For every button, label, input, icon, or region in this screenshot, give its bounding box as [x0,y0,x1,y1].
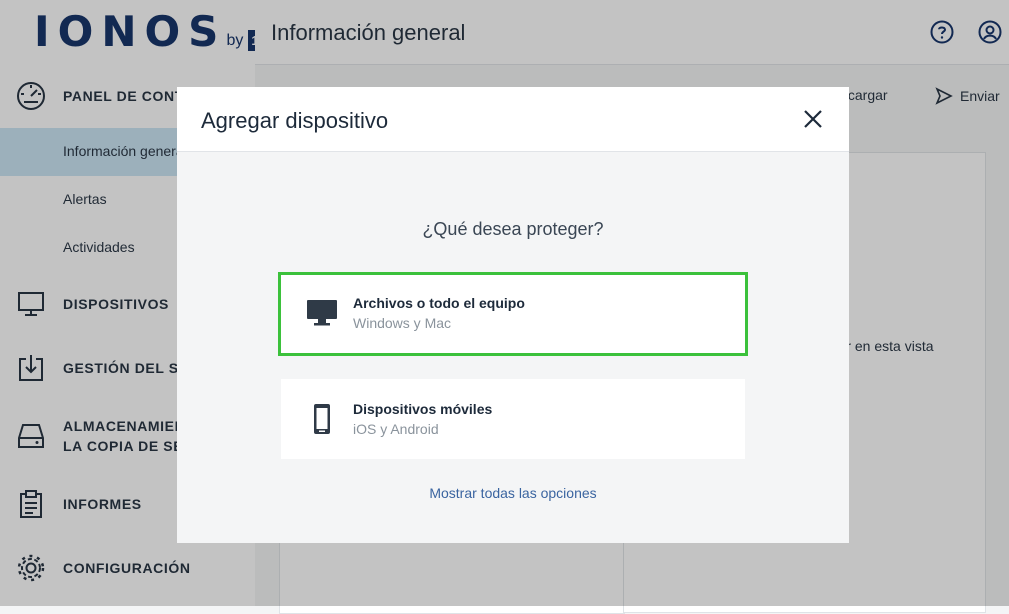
dialog-header: Agregar dispositivo [177,87,849,152]
add-device-dialog: Agregar dispositivo ¿Qué desea proteger?… [177,87,849,543]
dialog-question: ¿Qué desea proteger? [422,219,604,239]
close-icon[interactable] [799,105,827,133]
smartphone-icon [314,404,330,434]
option-title: Archivos o todo el equipo [353,295,525,311]
option-title: Dispositivos móviles [353,401,493,417]
option-mobile-devices[interactable]: Dispositivos móviles iOS y Android [281,379,745,459]
show-all-options-link[interactable]: Mostrar todas las opciones [177,485,849,501]
option-subtitle: iOS y Android [353,421,439,437]
monitor-icon [307,300,337,326]
option-subtitle: Windows y Mac [353,315,452,331]
option-files-computer[interactable]: Archivos o todo el equipo Windows y Mac [278,272,748,356]
dialog-title: Agregar dispositivo [201,108,389,133]
